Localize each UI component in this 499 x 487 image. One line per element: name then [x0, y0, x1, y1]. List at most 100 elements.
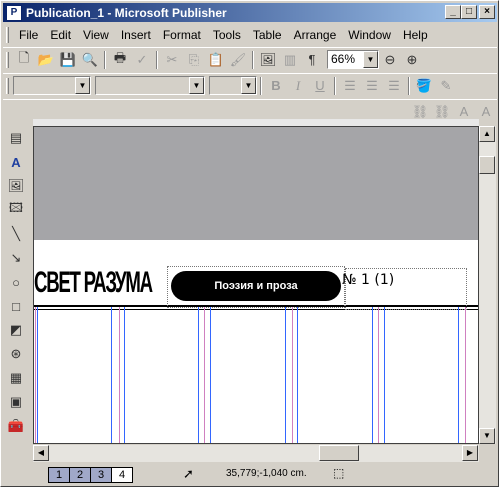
column-guide	[297, 307, 298, 443]
picture-frame-icon[interactable]: 🖼	[5, 175, 27, 197]
zoom-out-icon[interactable]: ⊖	[379, 49, 401, 71]
menu-bar-grip[interactable]	[6, 27, 9, 43]
toolbar-separator	[260, 76, 262, 95]
justify-icon[interactable]: ☰	[383, 75, 405, 97]
bold-icon[interactable]: B	[265, 75, 287, 97]
align-left-icon[interactable]: ☰	[339, 75, 361, 97]
text-box-icon[interactable]: A	[5, 151, 27, 173]
page-tab-1[interactable]: 1	[48, 466, 70, 483]
horizontal-ruler[interactable]	[33, 119, 479, 126]
rectangle-tool-icon[interactable]: □	[5, 295, 27, 317]
publisher-window: P Publication_1 - Microsoft Publisher _ …	[0, 0, 499, 487]
font-size-select[interactable]: ▼	[209, 76, 257, 95]
toolbar-separator	[334, 76, 336, 95]
horizontal-scrollbar[interactable]: ◀ ▶	[33, 445, 479, 462]
new-document-icon[interactable]: 🗋	[13, 49, 35, 71]
publication-page[interactable]: СВЕТ РАЗУМА Поэзия и проза № 1 (1)	[34, 240, 478, 443]
web-preview-icon[interactable]: 🖼	[257, 49, 279, 71]
title-bar[interactable]: P Publication_1 - Microsoft Publisher _ …	[3, 3, 497, 22]
scroll-down-arrow-icon[interactable]: ▼	[479, 428, 495, 444]
font-select[interactable]: ▼	[95, 76, 205, 95]
chevron-down-icon[interactable]: ▼	[75, 77, 90, 94]
menu-window[interactable]: Window	[342, 28, 397, 42]
scroll-up-arrow-icon[interactable]: ▲	[479, 126, 495, 142]
menu-tools[interactable]: Tools	[207, 28, 247, 42]
menu-view[interactable]: View	[77, 28, 115, 42]
document-canvas[interactable]: СВЕТ РАЗУМА Поэзия и проза № 1 (1)	[33, 126, 479, 444]
vertical-scrollbar[interactable]: ▲ ▼	[479, 126, 496, 444]
column-guide	[465, 307, 466, 443]
underline-icon[interactable]: U	[309, 75, 331, 97]
publisher-app-icon[interactable]: P	[6, 4, 22, 21]
chevron-down-icon[interactable]: ▼	[189, 77, 204, 94]
scroll-left-arrow-icon[interactable]: ◀	[33, 445, 49, 461]
zoom-in-icon[interactable]: ⊕	[401, 49, 423, 71]
section-pill[interactable]: Поэзия и проза	[171, 271, 341, 301]
page-tab-4[interactable]: 4	[111, 466, 133, 483]
horizontal-scroll-thumb[interactable]	[319, 445, 359, 461]
select-pointer-icon[interactable]: ▤	[5, 127, 27, 149]
status-bar: 1 2 3 4 ➚ 35,779;-1,040 cm. ⬚	[3, 464, 497, 485]
menu-format[interactable]: Format	[157, 28, 207, 42]
minimize-button[interactable]: _	[445, 5, 461, 19]
clip-art-icon[interactable]: 🖾	[5, 199, 27, 221]
cut-icon[interactable]: ✂	[161, 49, 183, 71]
toolbar-grip[interactable]	[6, 77, 9, 94]
chevron-down-icon[interactable]: ▼	[363, 51, 378, 68]
open-folder-icon[interactable]: 📂	[35, 49, 57, 71]
design-gallery-icon[interactable]: ▣	[5, 391, 27, 413]
save-icon[interactable]: 💾	[57, 49, 79, 71]
object-size-icon: ⬚	[333, 466, 345, 480]
copy-icon[interactable]: ⎘	[183, 49, 205, 71]
menu-arrange[interactable]: Arrange	[288, 28, 343, 42]
toolbar-separator	[104, 50, 106, 69]
toolbox-icon[interactable]: 🧰	[5, 415, 27, 437]
search-icon[interactable]: 🔍	[79, 49, 101, 71]
menu-table[interactable]: Table	[247, 28, 288, 42]
objects-toolbar: ▤ A 🖼 🖾 ╲ ↘ ○ □ ◩ ⊛ ▦ ▣ 🧰	[5, 127, 29, 457]
column-guide	[372, 307, 373, 443]
arrow-tool-icon[interactable]: ↘	[5, 247, 27, 269]
cursor-position-icon: ➚	[183, 466, 194, 481]
column-guide	[378, 307, 379, 443]
menu-insert[interactable]: Insert	[115, 28, 157, 42]
print-icon[interactable]: 🖶	[109, 49, 131, 71]
close-button[interactable]: ×	[479, 5, 495, 19]
line-tool-icon[interactable]: ╲	[5, 223, 27, 245]
paste-icon[interactable]: 📋	[205, 49, 227, 71]
autoshapes-icon[interactable]: ◩	[5, 319, 27, 341]
page-tab-2[interactable]: 2	[69, 466, 91, 483]
toolbar-separator	[408, 76, 410, 95]
columns-icon[interactable]: ▥	[279, 49, 301, 71]
hot-spot-icon[interactable]: ⊛	[5, 343, 27, 365]
format-painter-icon[interactable]: 🖌	[227, 49, 249, 71]
zoom-value: 66%	[331, 52, 356, 66]
fill-color-icon[interactable]: 🪣	[413, 75, 435, 97]
menu-help[interactable]: Help	[397, 28, 434, 42]
spelling-icon[interactable]: ✓	[131, 49, 153, 71]
window-title: Publication_1 - Microsoft Publisher	[26, 5, 227, 20]
toolbar-grip[interactable]	[6, 51, 9, 68]
margin-guide	[37, 307, 38, 443]
chevron-down-icon[interactable]: ▼	[241, 77, 256, 94]
align-center-icon[interactable]: ☰	[361, 75, 383, 97]
italic-icon[interactable]: I	[287, 75, 309, 97]
form-control-icon[interactable]: ▦	[5, 367, 27, 389]
line-color-icon[interactable]: ✎	[435, 75, 457, 97]
scroll-right-arrow-icon[interactable]: ▶	[462, 445, 478, 461]
vertical-scroll-thumb[interactable]	[479, 156, 495, 174]
menu-edit[interactable]: Edit	[44, 28, 77, 42]
zoom-select[interactable]: 66% ▼	[327, 50, 379, 69]
menu-file[interactable]: File	[13, 28, 44, 42]
formatting-toolbar: ▼ ▼ ▼ B I U ☰ ☰ ☰ 🪣 ✎	[3, 73, 497, 97]
page-tab-3[interactable]: 3	[90, 466, 112, 483]
issue-number[interactable]: № 1 (1)	[342, 272, 394, 288]
oval-tool-icon[interactable]: ○	[5, 271, 27, 293]
maximize-button[interactable]: □	[461, 5, 477, 19]
pilcrow-icon[interactable]: ¶	[301, 49, 323, 71]
masthead-title[interactable]: СВЕТ РАЗУМА	[34, 266, 153, 300]
column-guide	[292, 307, 293, 443]
style-select[interactable]: ▼	[13, 76, 91, 95]
column-guide	[124, 307, 125, 443]
column-guide	[285, 307, 286, 443]
